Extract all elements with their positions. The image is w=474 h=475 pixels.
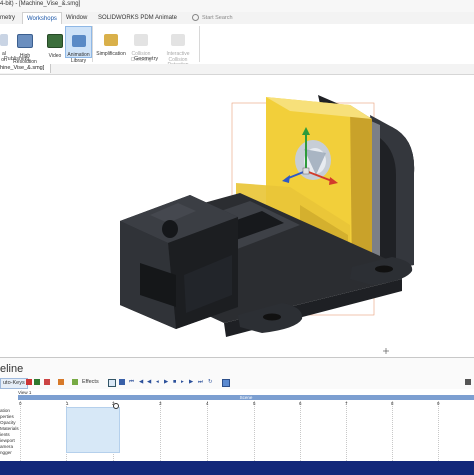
search-box[interactable]: Start Search xyxy=(192,14,282,22)
window-title: 4-bit) - [Machine_Vise_&.smg] xyxy=(0,1,81,7)
simplification-icon xyxy=(104,33,118,46)
tick-label: 7 xyxy=(345,401,348,406)
timeline-selection[interactable] xyxy=(66,407,120,453)
delete-icon[interactable] xyxy=(44,379,50,385)
status-bar xyxy=(0,461,474,475)
track-row-label[interactable]: ation xyxy=(0,408,10,413)
next-key-icon[interactable]: ▶ xyxy=(189,378,193,387)
tick-line xyxy=(300,401,301,461)
triad-origin[interactable] xyxy=(302,167,310,175)
tick-line xyxy=(346,401,347,461)
title-bar: 4-bit) - [Machine_Vise_&.smg] xyxy=(0,0,474,12)
image-icon xyxy=(17,33,33,48)
go-to-end-icon[interactable]: ⏭ xyxy=(198,378,203,387)
group-label-geometry: Geometry xyxy=(134,56,159,62)
tab-solidworks-pdm[interactable]: SOLIDWORKS PDM xyxy=(98,13,154,23)
video-icon xyxy=(47,33,63,48)
timeline-settings-icon[interactable] xyxy=(222,379,230,387)
scene-bar[interactable]: Scene xyxy=(18,395,474,400)
tick-line xyxy=(438,401,439,461)
ribbon-separator xyxy=(199,26,200,62)
tick-label: 0 xyxy=(19,401,22,406)
search-placeholder: Start Search xyxy=(202,14,233,21)
tick-label: 3 xyxy=(159,401,162,406)
go-to-start-icon[interactable]: ⏮ xyxy=(129,378,134,387)
move-icon[interactable] xyxy=(34,379,40,385)
tick-line xyxy=(207,401,208,461)
effects-icon[interactable] xyxy=(72,379,78,385)
step-forward-icon[interactable]: ▸ xyxy=(181,378,184,387)
effects-menu[interactable]: Effects xyxy=(82,378,99,387)
interactive-collision-detection-button[interactable]: Interactive Collision Detection xyxy=(158,28,198,69)
track-row-label[interactable]: ngger xyxy=(0,450,12,455)
previous-key-icon[interactable]: ◀ xyxy=(139,378,143,387)
track-row-label[interactable]: ients xyxy=(0,432,10,437)
tick-label: 9 xyxy=(437,401,440,406)
track-row-label[interactable]: Opacity xyxy=(0,420,16,425)
video-button[interactable]: Video xyxy=(46,28,64,60)
ribbon-separator xyxy=(92,26,93,62)
tick-label: 6 xyxy=(299,401,302,406)
group-label-publishing: Publishing xyxy=(4,56,30,62)
jaw-screw-hole xyxy=(162,220,178,238)
tick-label: 5 xyxy=(253,401,256,406)
tab-window[interactable]: Window xyxy=(66,13,87,23)
color-icon[interactable] xyxy=(58,379,64,385)
play-icon[interactable]: ▶ xyxy=(164,378,168,387)
track-row-label[interactable]: amera xyxy=(0,444,13,449)
auto-keys-button[interactable]: uto-Keys xyxy=(0,378,28,389)
tick-line xyxy=(254,401,255,461)
track-row-label[interactable]: Materials xyxy=(0,426,19,431)
step-back-icon[interactable]: ◂ xyxy=(156,378,159,387)
panel-menu-icon[interactable] xyxy=(465,379,471,385)
search-icon xyxy=(192,14,199,21)
loop-icon[interactable]: ↻ xyxy=(208,378,213,387)
play-reverse-icon[interactable]: ◀ xyxy=(147,378,151,387)
ribbon: al on High Resolution Image Video Animat… xyxy=(0,24,474,70)
timeline-toolbar: uto-Keys Effects ⏮ ◀ ◀ ◂ ▶ ■ ▸ ▶ ⏭ ↻ xyxy=(0,378,474,389)
document-tab[interactable]: hine_Vise_&.smg] xyxy=(0,64,52,73)
time-marker[interactable] xyxy=(113,403,119,409)
tick-label: 4 xyxy=(206,401,209,406)
tick-label: 8 xyxy=(391,401,394,406)
select-icon[interactable] xyxy=(108,379,116,387)
animation-library-button[interactable]: Animation Library xyxy=(65,26,92,63)
keyframe-icon[interactable] xyxy=(26,379,32,385)
animation-library-icon xyxy=(71,34,86,47)
tab-animate[interactable]: Animate xyxy=(155,13,177,23)
track-row-label[interactable]: iewport xyxy=(0,438,15,443)
timeline-title: eline xyxy=(0,363,24,375)
collision-icon xyxy=(134,33,148,46)
tick-line xyxy=(160,401,161,461)
collision-detection-icon xyxy=(171,33,185,46)
document-icon xyxy=(0,33,8,46)
track-row-label[interactable]: perties xyxy=(0,414,14,419)
tick-line xyxy=(392,401,393,461)
timeline-panel: eline uto-Keys Effects ⏮ ◀ ◀ ◂ ▶ ■ ▸ ▶ ⏭… xyxy=(0,357,474,475)
machine-vise-model[interactable] xyxy=(0,75,474,357)
tick-line xyxy=(20,401,21,461)
snap-icon[interactable] xyxy=(119,379,125,385)
3d-viewport[interactable] xyxy=(0,75,474,357)
document-tab-strip: hine_Vise_&.smg] xyxy=(0,64,474,75)
tick-label: 1 xyxy=(66,401,69,406)
simplification-button[interactable]: Simplification xyxy=(95,28,127,58)
tab-geometry[interactable]: metry xyxy=(0,13,15,23)
stop-icon[interactable]: ■ xyxy=(173,378,176,387)
